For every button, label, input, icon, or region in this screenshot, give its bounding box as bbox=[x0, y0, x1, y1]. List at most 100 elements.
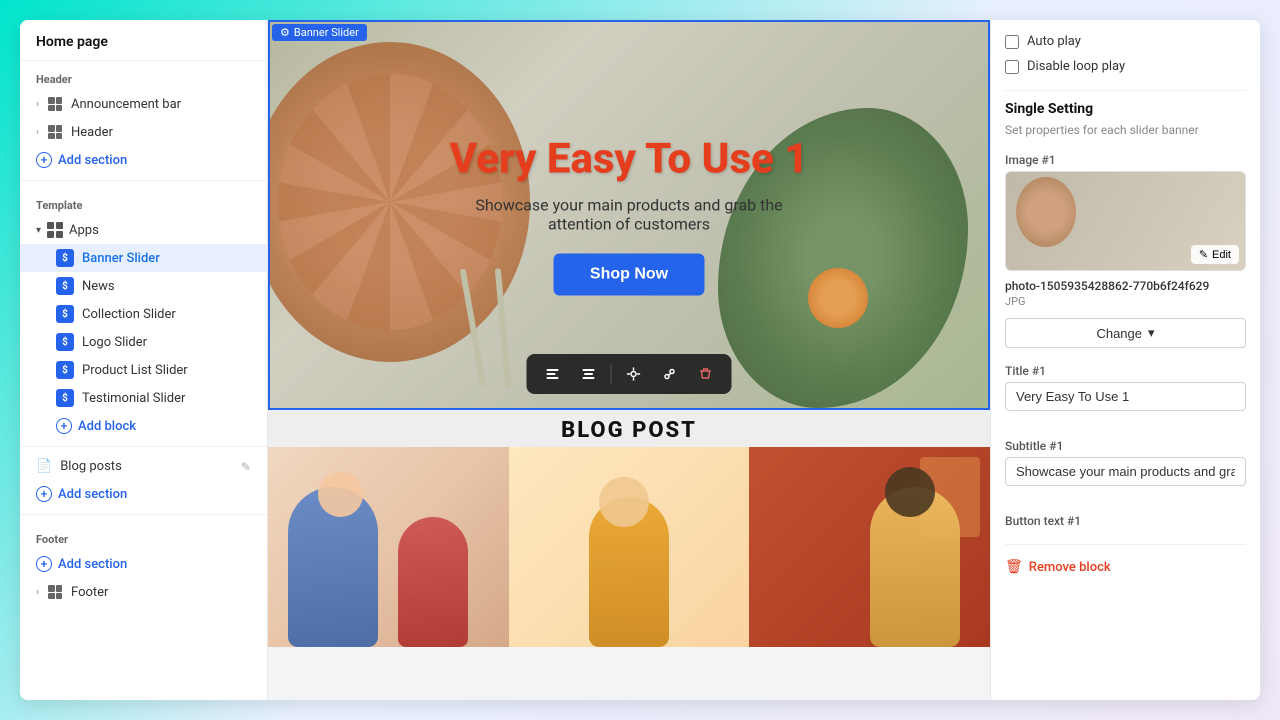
apps-label: Apps bbox=[69, 223, 99, 238]
add-section-btn-3[interactable]: + Add section bbox=[20, 550, 267, 578]
plus-icon-1: + bbox=[36, 152, 52, 168]
remove-block-button[interactable]: 🗑 Remove block bbox=[1005, 555, 1246, 579]
chevron-down-icon: ▾ bbox=[36, 225, 41, 236]
plus-icon-3: + bbox=[36, 556, 52, 572]
blog-post-section: BLOG POST bbox=[268, 410, 990, 647]
image-preview: ✎ Edit bbox=[1005, 171, 1246, 271]
sidebar-blog-posts[interactable]: 📄 Blog posts ✎ bbox=[20, 453, 267, 480]
sidebar-block-news[interactable]: $ News bbox=[20, 272, 267, 300]
banner-slider-icon: ⚙ bbox=[280, 26, 290, 39]
chevron-icon-header: › bbox=[36, 127, 39, 138]
change-button[interactable]: Change ▾ bbox=[1005, 318, 1246, 348]
sidebar-item-footer[interactable]: › Footer bbox=[20, 578, 267, 606]
chevron-down-change-icon: ▾ bbox=[1148, 325, 1155, 341]
title-field-label: Title #1 bbox=[1005, 364, 1246, 378]
autoplay-checkbox[interactable] bbox=[1005, 35, 1019, 49]
apps-header[interactable]: ▾ Apps bbox=[20, 216, 267, 244]
floating-toolbar bbox=[527, 354, 732, 394]
preview-edit-button[interactable]: ✎ Edit bbox=[1191, 245, 1239, 264]
template-section-label: Template bbox=[20, 187, 267, 216]
toolbar-align-left[interactable] bbox=[539, 360, 567, 388]
image-filename: photo-1505935428862-770b6f24f629 bbox=[1005, 279, 1246, 293]
sidebar-block-logo[interactable]: $ Logo Slider bbox=[20, 328, 267, 356]
right-panel: Auto play Disable loop play Single Setti… bbox=[990, 20, 1260, 700]
add-section-label-3: Add section bbox=[58, 557, 127, 572]
apps-grid-icon bbox=[47, 222, 63, 238]
trash-icon: 🗑 bbox=[1005, 559, 1023, 575]
canvas-area: ⚙ Banner Slider Very Easy To Use 1 Showc… bbox=[268, 20, 990, 700]
block-icon-collection: $ bbox=[56, 305, 74, 323]
toolbar-align-center[interactable] bbox=[575, 360, 603, 388]
divider-3 bbox=[20, 514, 267, 515]
panel-autoplay-section: Auto play Disable loop play bbox=[1005, 34, 1246, 74]
button-text-section: Button text #1 bbox=[1005, 514, 1246, 528]
single-setting-sub: Set properties for each slider banner bbox=[1005, 123, 1246, 137]
blog-icon: 📄 bbox=[36, 459, 52, 474]
single-setting-section: Single Setting Set properties for each s… bbox=[1005, 101, 1246, 137]
banner-content: Very Easy To Use 1 Showcase your main pr… bbox=[450, 135, 809, 296]
subtitle-field-label: Subtitle #1 bbox=[1005, 439, 1246, 453]
banner-image: Very Easy To Use 1 Showcase your main pr… bbox=[268, 20, 990, 410]
block-icon-product-list: $ bbox=[56, 361, 74, 379]
disable-loop-checkbox[interactable] bbox=[1005, 60, 1019, 74]
divider-2 bbox=[20, 446, 267, 447]
add-block-label: Add block bbox=[78, 419, 136, 434]
toolbar-link[interactable] bbox=[656, 360, 684, 388]
button-text-field-label: Button text #1 bbox=[1005, 514, 1246, 528]
add-block-btn[interactable]: + Add block bbox=[20, 412, 267, 440]
sidebar: Home page Header › Announcement bar › He… bbox=[20, 20, 268, 700]
block-icon-banner: $ bbox=[56, 249, 74, 267]
blog-cards bbox=[268, 447, 990, 647]
banner-slider-label: ⚙ Banner Slider bbox=[272, 24, 367, 41]
image-ext: JPG bbox=[1005, 295, 1246, 308]
plus-icon-block: + bbox=[56, 418, 72, 434]
autoplay-label[interactable]: Auto play bbox=[1027, 34, 1081, 49]
block-label-banner: Banner Slider bbox=[82, 251, 160, 266]
pencil-icon: ✎ bbox=[1199, 248, 1208, 261]
toolbar-settings[interactable] bbox=[620, 360, 648, 388]
blog-card-2 bbox=[509, 447, 750, 647]
chevron-icon: › bbox=[36, 99, 39, 110]
add-section-btn-2[interactable]: + Add section bbox=[20, 480, 267, 508]
block-icon-testimonial: $ bbox=[56, 389, 74, 407]
footer-label: Footer bbox=[71, 585, 108, 600]
block-icon-news: $ bbox=[56, 277, 74, 295]
autoplay-row: Auto play bbox=[1005, 34, 1246, 49]
title-input[interactable] bbox=[1005, 382, 1246, 411]
app-container: Home page Header › Announcement bar › He… bbox=[20, 20, 1260, 700]
main-content: ⚙ Banner Slider Very Easy To Use 1 Showc… bbox=[268, 20, 990, 700]
grid-icon-header bbox=[47, 124, 63, 140]
chevron-icon-footer: › bbox=[36, 587, 39, 598]
banner-title: Very Easy To Use 1 bbox=[450, 135, 809, 184]
grid-icon-announcement bbox=[47, 96, 63, 112]
sidebar-item-announcement[interactable]: › Announcement bar bbox=[20, 90, 267, 118]
sidebar-block-banner-slider[interactable]: $ Banner Slider bbox=[20, 244, 267, 272]
blog-card-1 bbox=[268, 447, 509, 647]
add-section-label-1: Add section bbox=[58, 153, 127, 168]
toolbar-delete[interactable] bbox=[692, 360, 720, 388]
announcement-bar-label: Announcement bar bbox=[71, 97, 181, 112]
sidebar-block-collection[interactable]: $ Collection Slider bbox=[20, 300, 267, 328]
header-section-label: Header bbox=[20, 61, 267, 90]
banner-slider-section: ⚙ Banner Slider Very Easy To Use 1 Showc… bbox=[268, 20, 990, 410]
edit-icon-blog: ✎ bbox=[241, 460, 251, 474]
single-setting-title: Single Setting bbox=[1005, 101, 1246, 117]
toolbar-divider bbox=[611, 364, 612, 384]
add-section-btn-1[interactable]: + Add section bbox=[20, 146, 267, 174]
shop-now-button[interactable]: Shop Now bbox=[554, 254, 704, 296]
plus-icon-2: + bbox=[36, 486, 52, 502]
banner-apple-decor bbox=[808, 268, 868, 328]
sidebar-home: Home page bbox=[20, 20, 267, 61]
banner-subtitle: Showcase your main products and grab the… bbox=[450, 196, 809, 234]
header-label: Header bbox=[71, 125, 113, 140]
footer-section-label: Footer bbox=[20, 521, 267, 550]
sidebar-item-header[interactable]: › Header bbox=[20, 118, 267, 146]
grid-icon-footer bbox=[47, 584, 63, 600]
sidebar-block-testimonial[interactable]: $ Testimonial Slider bbox=[20, 384, 267, 412]
change-label: Change bbox=[1096, 326, 1142, 341]
disable-loop-label[interactable]: Disable loop play bbox=[1027, 59, 1125, 74]
sidebar-block-product-list[interactable]: $ Product List Slider bbox=[20, 356, 267, 384]
block-label-collection: Collection Slider bbox=[82, 307, 176, 322]
subtitle-input[interactable] bbox=[1005, 457, 1246, 486]
blog-post-header: BLOG POST bbox=[268, 410, 990, 447]
